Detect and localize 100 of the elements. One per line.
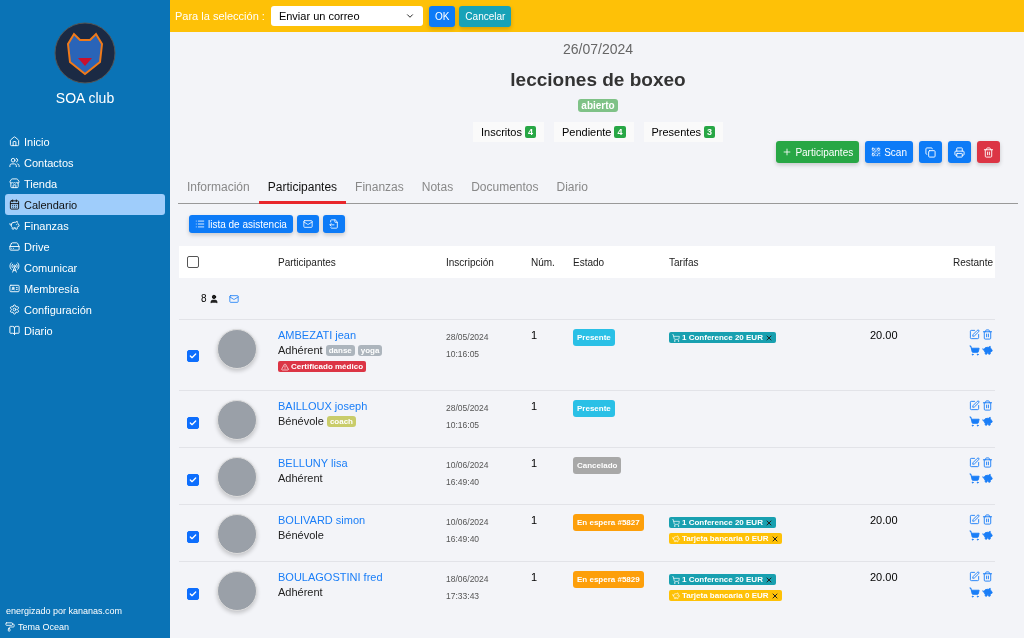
tab[interactable]: Participantes <box>258 173 347 204</box>
nav-item[interactable]: Diario <box>5 320 165 341</box>
edit-icon[interactable] <box>969 400 980 411</box>
tab[interactable]: Información <box>178 173 259 204</box>
participant-link[interactable]: BAILLOUX joseph <box>278 400 446 412</box>
edit-icon[interactable] <box>969 571 980 582</box>
theme-link[interactable]: Tema Ocean <box>5 622 165 632</box>
mail-icon[interactable] <box>228 293 239 304</box>
member-role: Adhérent <box>278 586 323 598</box>
cart-icon[interactable] <box>969 345 980 356</box>
ok-button[interactable]: OK <box>428 5 456 27</box>
scan-button[interactable]: Scan <box>865 141 913 163</box>
counter-label: Pendiente <box>561 126 612 138</box>
duplicate-button[interactable] <box>919 141 942 163</box>
print-button[interactable] <box>948 141 971 163</box>
trash-icon[interactable] <box>982 514 993 525</box>
participant-link[interactable]: AMBEZATI jean <box>278 329 446 341</box>
edit-icon[interactable] <box>969 457 980 468</box>
nav-item[interactable]: Contactos <box>5 152 165 173</box>
edit-icon[interactable] <box>969 329 980 340</box>
nav-item[interactable]: Calendario <box>5 194 165 215</box>
nav-item[interactable]: Comunicar <box>5 257 165 278</box>
copy-icon <box>925 146 936 158</box>
delete-button[interactable] <box>977 141 1000 163</box>
tab[interactable]: Diario <box>547 173 597 204</box>
tag: yoga <box>357 344 383 356</box>
cart-icon[interactable] <box>969 416 980 427</box>
member-role: Adhérent <box>278 472 323 484</box>
nav-item[interactable]: Drive <box>5 236 165 257</box>
piggy-bank-icon[interactable] <box>982 345 993 356</box>
list-icon <box>195 219 205 229</box>
participant-link[interactable]: BOULAGOSTINI fred <box>278 571 446 583</box>
export-button[interactable] <box>322 215 345 233</box>
plus-icon <box>782 147 793 157</box>
tab[interactable]: Notas <box>412 173 463 204</box>
warning-badge: Certificado médico <box>278 361 366 372</box>
quantity: 1 <box>531 457 539 471</box>
select-all-checkbox[interactable] <box>187 256 199 268</box>
tab[interactable]: Documentos <box>462 173 548 204</box>
drive-icon <box>9 241 20 252</box>
row-checkbox[interactable] <box>187 531 199 543</box>
add-participants-button[interactable]: Participantes <box>776 141 860 163</box>
remove-icon[interactable] <box>764 333 773 342</box>
trash-icon[interactable] <box>982 329 993 340</box>
cart-icon[interactable] <box>969 530 980 541</box>
piggy-bank-icon[interactable] <box>982 473 993 484</box>
count-badge: 3 <box>704 126 716 138</box>
qr-code-icon <box>871 147 882 157</box>
trash-icon[interactable] <box>982 400 993 411</box>
nav-item[interactable]: Configuración <box>5 299 165 320</box>
cart-icon[interactable] <box>969 473 980 484</box>
selection-label: Para la selección : <box>175 10 265 22</box>
counter-label: Presentes <box>651 126 702 138</box>
row-checkbox[interactable] <box>187 417 199 429</box>
registration-date: 10/06/2024 <box>446 459 490 472</box>
edit-icon[interactable] <box>969 514 980 525</box>
cart-icon[interactable] <box>969 587 980 598</box>
email-button[interactable] <box>296 215 319 233</box>
row-checkbox[interactable] <box>187 350 199 362</box>
nav-item[interactable]: Finanzas <box>5 215 165 236</box>
piggy-bank-icon[interactable] <box>982 416 993 427</box>
id-card-icon <box>9 283 20 294</box>
registration-time: 10:16:05 <box>446 419 481 432</box>
remove-icon[interactable] <box>770 534 779 543</box>
printer-icon <box>954 146 965 158</box>
status-badge: En espera #5829 <box>573 571 644 588</box>
row-checkbox[interactable] <box>187 588 199 600</box>
cancel-button[interactable]: Cancelar <box>459 5 512 27</box>
member-role: Bénévole <box>278 529 324 541</box>
nav-item[interactable]: Tienda <box>5 173 165 194</box>
cart-icon <box>672 333 680 342</box>
avatar-placeholder <box>217 329 257 369</box>
trash-icon[interactable] <box>982 571 993 582</box>
quantity: 1 <box>531 329 539 343</box>
remove-icon[interactable] <box>770 591 779 600</box>
attendance-list-button[interactable]: lista de asistencia <box>189 215 293 233</box>
member-role: Adhérent <box>278 344 323 356</box>
participant-link[interactable]: BELLUNY lisa <box>278 457 446 469</box>
fee-tag: 1 Conference 20 EUR <box>669 574 776 585</box>
remove-icon[interactable] <box>764 518 773 527</box>
nav-item[interactable]: Membresía <box>5 278 165 299</box>
settings-icon <box>9 304 20 315</box>
remaining-amount: 20.00 <box>870 571 899 585</box>
piggy-bank-icon[interactable] <box>982 530 993 541</box>
quantity: 1 <box>531 514 539 528</box>
member-role: Bénévole <box>278 415 324 427</box>
remove-icon[interactable] <box>764 575 773 584</box>
participant-link[interactable]: BOLIVARD simon <box>278 514 446 526</box>
trash-icon <box>983 146 994 158</box>
row-checkbox[interactable] <box>187 474 199 486</box>
tab[interactable]: Finanzas <box>346 173 413 204</box>
status-badge: Presente <box>573 400 615 417</box>
trash-icon[interactable] <box>982 457 993 468</box>
club-name: SOA club <box>54 90 116 106</box>
cart-icon <box>672 575 680 584</box>
club-logo-drawing <box>54 22 116 84</box>
column-header: Estado <box>573 256 606 268</box>
action-dropdown[interactable]: Enviar un correo <box>270 6 423 26</box>
nav-item[interactable]: Inicio <box>5 131 165 152</box>
piggy-bank-icon[interactable] <box>982 587 993 598</box>
